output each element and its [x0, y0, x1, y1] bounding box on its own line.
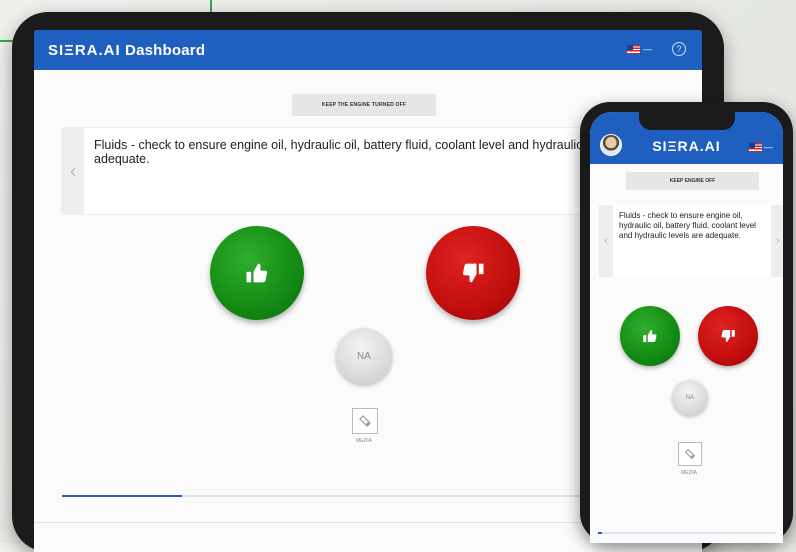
- phone-language-dropdown-indicator: —: [764, 142, 773, 152]
- tablet-media-button[interactable]: [352, 408, 378, 434]
- tablet-title-text: Dashboard: [125, 41, 206, 59]
- phone-media-label: MEDIA: [681, 470, 697, 476]
- us-flag-icon: [627, 44, 640, 54]
- tablet-reject-button[interactable]: [426, 226, 520, 320]
- previous-question-button[interactable]: ‹: [62, 128, 84, 214]
- thumbs-up-icon: [643, 330, 657, 342]
- tablet-header: SIΞRA.AI Dashboard — ?: [34, 30, 702, 70]
- thumbs-up-icon: [246, 263, 268, 283]
- tablet-question-text: Fluids - check to ensure engine oil, hyd…: [94, 138, 640, 166]
- phone-reject-button[interactable]: [698, 306, 758, 366]
- tablet-instruction-banner: KEEP THE ENGINE TURNED OFF: [292, 94, 436, 116]
- phone-device: SIΞRA.AI — KEEP ENGINE OFF ‹ Fluids - ch…: [580, 102, 793, 543]
- media-icon: [684, 448, 696, 460]
- phone-progress-bar: [598, 532, 776, 534]
- media-icon: [359, 415, 371, 427]
- thumbs-down-icon: [721, 330, 735, 342]
- phone-na-button[interactable]: NA: [672, 380, 708, 416]
- tablet-question-card: ‹ Fluids - check to ensure engine oil, h…: [62, 128, 662, 214]
- language-dropdown-indicator: —: [643, 44, 652, 54]
- tablet-media-label: MEDIA: [356, 438, 372, 444]
- thumbs-down-icon: [462, 263, 484, 283]
- phone-language-selector[interactable]: —: [749, 142, 773, 152]
- phone-notch: [638, 112, 735, 130]
- tablet-na-button[interactable]: NA: [336, 328, 392, 384]
- us-flag-icon: [749, 142, 762, 152]
- tablet-logo: SIΞRA.AI: [48, 41, 121, 59]
- phone-question-text: Fluids - check to ensure engine oil, hyd…: [619, 211, 756, 240]
- help-icon[interactable]: ?: [672, 42, 686, 56]
- tablet-progress-bar: [62, 495, 662, 497]
- phone-next-question-button[interactable]: ›: [771, 205, 783, 277]
- phone-progress-fill: [598, 532, 602, 534]
- phone-previous-question-button[interactable]: ‹: [599, 205, 613, 277]
- phone-approve-button[interactable]: [620, 306, 680, 366]
- tablet-app-title: SIΞRA.AI Dashboard: [48, 42, 205, 59]
- phone-question-card: ‹ Fluids - check to ensure engine oil, h…: [599, 205, 783, 277]
- phone-screen: SIΞRA.AI — KEEP ENGINE OFF ‹ Fluids - ch…: [590, 112, 783, 543]
- tablet-approve-button[interactable]: [210, 226, 304, 320]
- tablet-progress-fill: [62, 495, 182, 497]
- phone-instruction-banner: KEEP ENGINE OFF: [626, 172, 759, 190]
- phone-media-button[interactable]: [678, 442, 702, 466]
- language-selector[interactable]: —: [627, 44, 652, 54]
